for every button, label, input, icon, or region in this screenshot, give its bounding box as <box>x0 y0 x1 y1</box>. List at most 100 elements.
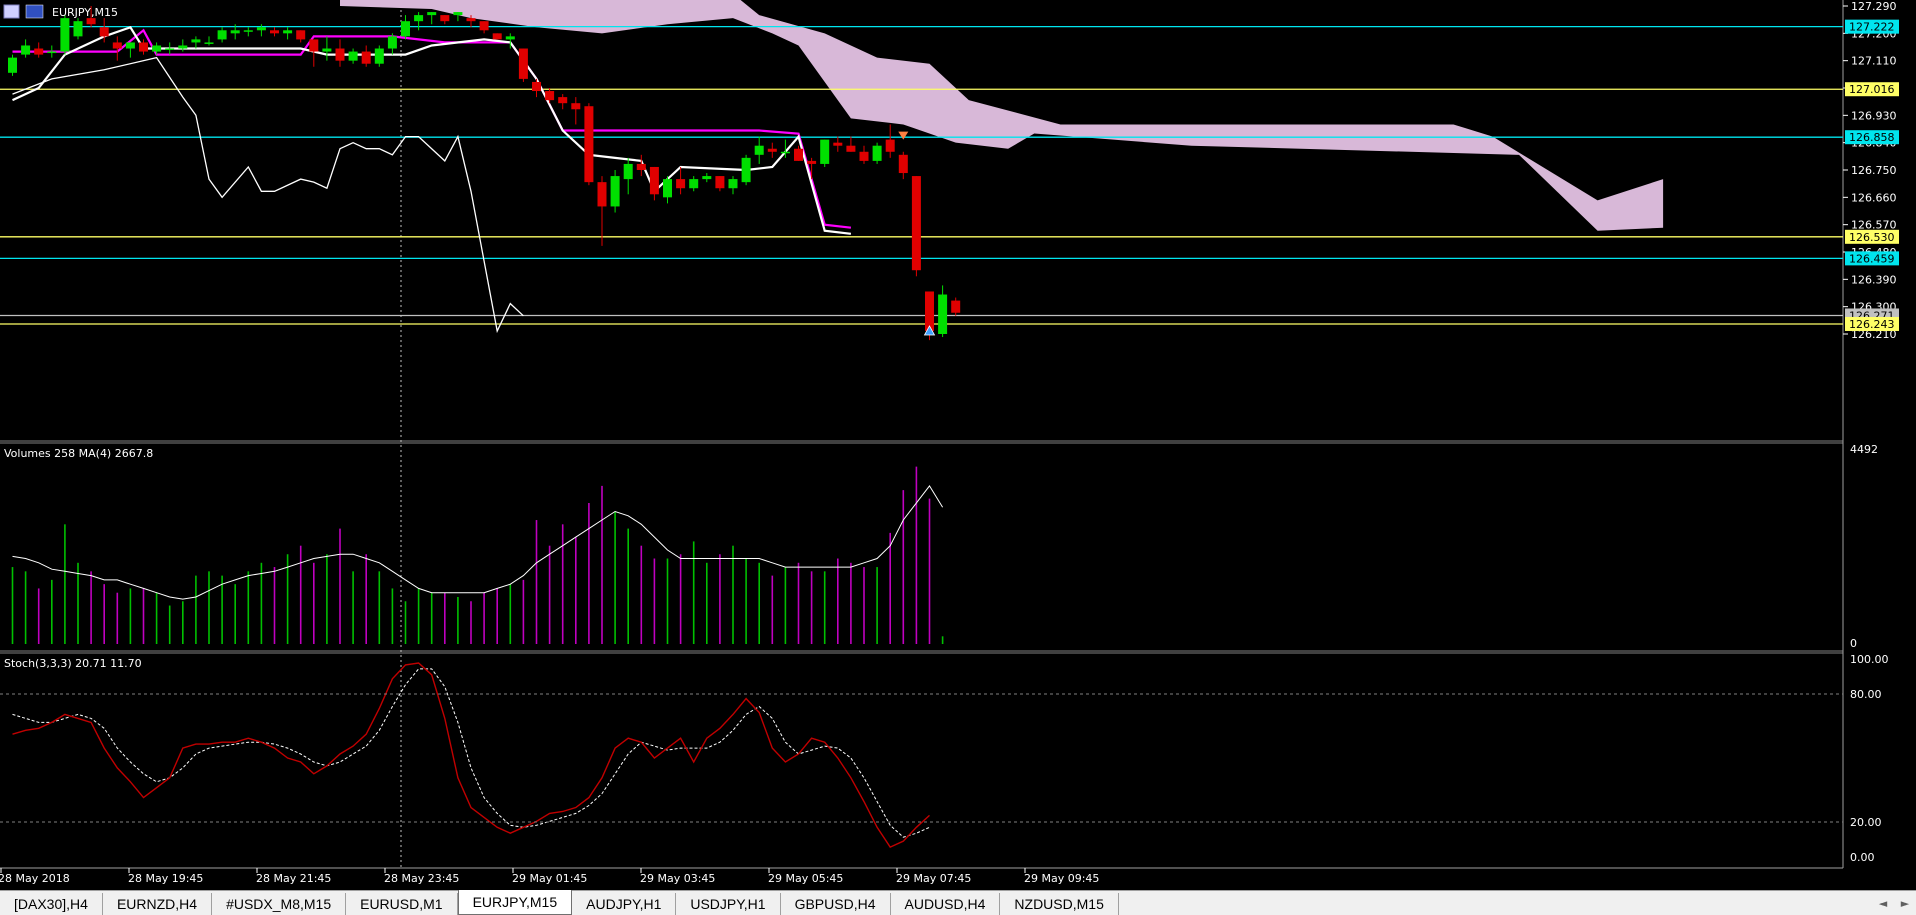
candle-body[interactable] <box>204 42 214 44</box>
price-tick-label: 126.660 <box>1851 191 1897 204</box>
candle-body[interactable] <box>466 18 476 22</box>
candle-body[interactable] <box>492 33 502 40</box>
price-tick-label: 126.750 <box>1851 164 1897 177</box>
candle-body[interactable] <box>820 139 830 164</box>
candle-body[interactable] <box>322 48 332 52</box>
candle-body[interactable] <box>754 145 764 155</box>
chart-tabs-bar: [DAX30],H4 EURNZD,H4 #USDX_M8,M15 EURUSD… <box>0 890 1916 915</box>
chart-window-icon <box>3 4 20 19</box>
candle-body[interactable] <box>584 106 594 183</box>
candle-body[interactable] <box>938 294 948 334</box>
candle-body[interactable] <box>532 81 541 92</box>
stoch-level-20: 20.00 <box>1850 816 1882 829</box>
candle-body[interactable] <box>243 30 253 32</box>
candle-body[interactable] <box>217 30 227 40</box>
tab-eurjpy-m15[interactable]: EURJPY,M15 <box>457 890 573 915</box>
candle-body[interactable] <box>610 176 620 207</box>
price-tag-label: 127.222 <box>1849 21 1895 34</box>
candle-body[interactable] <box>178 45 188 49</box>
candle-body[interactable] <box>885 139 895 152</box>
candle-body[interactable] <box>925 291 934 331</box>
tab-usdjpy-h1[interactable]: USDJPY,H1 <box>676 893 781 915</box>
candle-body[interactable] <box>414 15 424 22</box>
candle-body[interactable] <box>741 157 751 183</box>
candle-body[interactable] <box>518 48 528 79</box>
time-tick-label: 29 May 03:45 <box>640 872 715 885</box>
tab-dax30-h4[interactable]: [DAX30],H4 <box>0 893 103 915</box>
candle-body[interactable] <box>139 42 148 52</box>
candle-body[interactable] <box>715 176 725 189</box>
candle-body[interactable] <box>8 57 17 73</box>
candle-body[interactable] <box>623 163 633 180</box>
candle-body[interactable] <box>597 182 607 207</box>
candle-body[interactable] <box>794 148 803 161</box>
candle-body[interactable] <box>99 27 109 37</box>
candle-body[interactable] <box>152 45 162 52</box>
stoch-level-80: 80.00 <box>1850 688 1882 701</box>
candle-body[interactable] <box>872 145 882 161</box>
candle-body[interactable] <box>571 103 581 110</box>
tab-audusd-h4[interactable]: AUDUSD,H4 <box>891 893 1001 915</box>
candle-body[interactable] <box>807 160 817 164</box>
candle-body[interactable] <box>335 48 345 61</box>
candle-body[interactable] <box>545 91 555 101</box>
candle-body[interactable] <box>558 97 568 104</box>
tab-gbpusd-h4[interactable]: GBPUSD,H4 <box>781 893 891 915</box>
candle-body[interactable] <box>296 30 306 40</box>
candle-body[interactable] <box>73 21 83 37</box>
candle-body[interactable] <box>846 145 856 152</box>
candle-body[interactable] <box>689 179 699 189</box>
candle-body[interactable] <box>374 48 384 64</box>
candle-body[interactable] <box>309 39 319 52</box>
candle-body[interactable] <box>780 151 790 154</box>
time-tick-label: 28 May 19:45 <box>128 872 203 885</box>
tab-audjpy-h1[interactable]: AUDJPY,H1 <box>572 893 677 915</box>
chart-canvas[interactable]: 127.290127.200127.110127.020126.930126.8… <box>0 0 1916 890</box>
time-tick-label: 29 May 07:45 <box>896 872 971 885</box>
candle-body[interactable] <box>453 12 463 16</box>
candle-body[interactable] <box>387 36 397 49</box>
candle-body[interactable] <box>649 166 659 195</box>
candle-body[interactable] <box>348 51 358 61</box>
tab-usdx-m15[interactable]: #USDX_M8,M15 <box>212 893 347 915</box>
candle-body[interactable] <box>60 18 70 52</box>
candle-body[interactable] <box>440 15 450 22</box>
candle-body[interactable] <box>663 179 672 198</box>
tab-scroll-right-icon[interactable]: ► <box>1894 897 1916 910</box>
candle-body[interactable] <box>34 48 44 55</box>
candle-body[interactable] <box>951 300 961 313</box>
candle-body[interactable] <box>21 45 31 55</box>
tab-eurnzd-h4[interactable]: EURNZD,H4 <box>103 893 213 915</box>
tab-scroll-left-icon[interactable]: ◄ <box>1872 897 1894 910</box>
candle-body[interactable] <box>676 179 686 189</box>
candle-body[interactable] <box>86 18 96 25</box>
candle-body[interactable] <box>230 30 240 34</box>
tab-nzdusd-m15[interactable]: NZDUSD,M15 <box>1000 893 1119 915</box>
candle-body[interactable] <box>270 30 279 34</box>
candle-body[interactable] <box>898 154 908 174</box>
candle-body[interactable] <box>191 39 201 43</box>
price-tick-label: 127.290 <box>1851 0 1897 13</box>
candle-body[interactable] <box>505 36 515 40</box>
candle-body[interactable] <box>767 148 777 152</box>
candle-body[interactable] <box>833 142 843 146</box>
candle-body[interactable] <box>283 30 293 34</box>
candle-body[interactable] <box>112 42 122 49</box>
candle-body[interactable] <box>401 21 410 37</box>
tab-eurusd-m1[interactable]: EURUSD,M1 <box>346 893 458 915</box>
candle-body[interactable] <box>636 163 646 170</box>
time-tick-label: 29 May 05:45 <box>768 872 843 885</box>
candle-body[interactable] <box>702 176 712 180</box>
candle-body[interactable] <box>361 51 371 64</box>
time-tick-label: 29 May 09:45 <box>1024 872 1099 885</box>
candle-body[interactable] <box>479 21 489 31</box>
price-tag-label: 126.243 <box>1849 318 1895 331</box>
candle-body[interactable] <box>256 27 266 31</box>
candle-body[interactable] <box>427 12 437 16</box>
candle-body[interactable] <box>47 51 57 54</box>
candle-body[interactable] <box>911 176 921 271</box>
candle-body[interactable] <box>165 48 175 51</box>
candle-body[interactable] <box>728 179 738 189</box>
candle-body[interactable] <box>125 42 135 49</box>
candle-body[interactable] <box>859 151 869 161</box>
